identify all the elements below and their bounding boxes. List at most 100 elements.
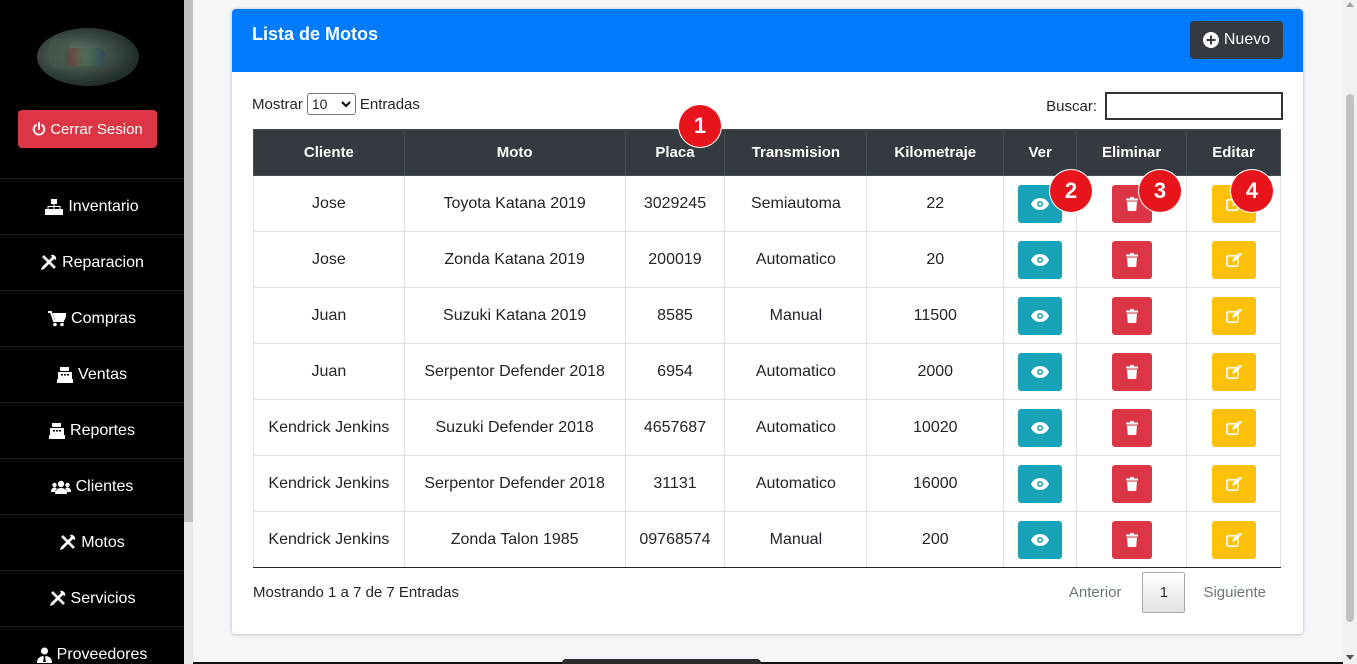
edit-button[interactable]	[1211, 464, 1256, 503]
sidebar-item-reportes[interactable]: Reportes	[0, 402, 184, 458]
cell-placa: 4657687	[624, 399, 726, 456]
avatar	[37, 28, 139, 86]
view-button[interactable]	[1018, 464, 1063, 503]
column-header-moto[interactable]: Moto	[403, 129, 626, 176]
cell-placa: 6954	[624, 343, 726, 400]
cell-transmision: Automatico	[724, 455, 868, 512]
search-label: Buscar:	[1046, 97, 1097, 115]
page-scrollbar[interactable]	[1343, 0, 1357, 664]
eye-icon	[1031, 253, 1050, 266]
sidebar-item-proveedores[interactable]: Proveedores	[0, 626, 184, 664]
view-button[interactable]	[1018, 408, 1063, 447]
sidebar-item-label: Clientes	[75, 477, 134, 495]
edit-icon	[1225, 364, 1242, 379]
column-header-kilometraje[interactable]: Kilometraje	[866, 129, 1005, 176]
cash-register-icon	[49, 422, 66, 439]
cell-placa: 31131	[624, 455, 726, 512]
edit-icon	[1225, 252, 1242, 267]
trash-icon	[1125, 308, 1138, 323]
trash-icon	[1125, 196, 1138, 211]
power-icon	[33, 122, 46, 136]
scroll-up-arrow-icon[interactable]	[1346, 2, 1354, 7]
user-tie-icon	[36, 647, 52, 663]
table-body: Jose Toyota Katana 2019 3029245 Semiautoma 2…	[253, 175, 1281, 568]
table-row: Jose Zonda Katana 2019 200019 Automatico 20	[253, 231, 1281, 288]
edit-button[interactable]	[1211, 352, 1256, 391]
sidebar-item-label: Reportes	[70, 421, 135, 439]
trash-icon	[1125, 476, 1138, 491]
sidebar-scrollbar[interactable]	[184, 0, 193, 522]
column-header-editar[interactable]: Editar	[1186, 129, 1281, 176]
edit-button[interactable]	[1211, 520, 1256, 559]
logout-button[interactable]: Cerrar Sesion	[18, 110, 157, 148]
plus-circle-icon	[1202, 32, 1219, 48]
delete-button[interactable]	[1111, 352, 1152, 391]
scroll-down-arrow-icon[interactable]	[1346, 655, 1354, 660]
view-button[interactable]	[1018, 240, 1063, 279]
scrollbar-thumb[interactable]	[1346, 94, 1354, 622]
entries-select[interactable]: 10	[306, 93, 356, 115]
cell-view	[1003, 399, 1078, 456]
cell-edit	[1186, 287, 1281, 344]
eye-icon	[1031, 197, 1050, 210]
chevron-down-icon	[341, 100, 351, 107]
delete-button[interactable]	[1111, 464, 1152, 503]
delete-button[interactable]	[1111, 240, 1152, 279]
cell-cliente: Juan	[253, 287, 405, 344]
edit-button[interactable]	[1211, 408, 1256, 447]
sidebar: Cerrar Sesion Inventario Reparacion Comp…	[0, 0, 184, 664]
cell-transmision: Automatico	[724, 231, 868, 288]
sidebar-item-ventas[interactable]: Ventas	[0, 346, 184, 402]
entries-length-control: Mostrar 10 Entradas	[252, 93, 420, 115]
cell-view	[1003, 231, 1078, 288]
cell-moto: Serpentor Defender 2018	[403, 455, 626, 512]
sidebar-item-label: Inventario	[68, 197, 139, 215]
column-header-cliente[interactable]: Cliente	[253, 129, 405, 176]
pagination-page-1[interactable]: 1	[1142, 572, 1186, 613]
sidebar-item-inventario[interactable]: Inventario	[0, 178, 184, 234]
edit-icon	[1225, 420, 1242, 435]
cell-edit	[1186, 343, 1281, 400]
tools-icon	[41, 254, 57, 270]
view-button[interactable]	[1018, 296, 1063, 335]
column-header-transmision[interactable]: Transmision	[724, 129, 868, 176]
view-button[interactable]	[1018, 352, 1063, 391]
sidebar-item-reparacion[interactable]: Reparacion	[0, 234, 184, 290]
cell-kilometraje: 16000	[866, 455, 1005, 512]
sidebar-item-clientes[interactable]: Clientes	[0, 458, 184, 514]
pagination-previous[interactable]: Anterior	[1069, 584, 1143, 601]
cell-cliente: Kendrick Jenkins	[253, 399, 405, 456]
cell-delete	[1076, 399, 1188, 456]
cell-moto: Toyota Katana 2019	[403, 175, 626, 232]
delete-button[interactable]	[1111, 520, 1152, 559]
search-input[interactable]	[1105, 92, 1283, 120]
column-header-ver[interactable]: Ver	[1003, 129, 1078, 176]
cell-edit	[1186, 511, 1281, 568]
sidebar-item-motos[interactable]: Motos	[0, 514, 184, 570]
edit-button[interactable]	[1211, 240, 1256, 279]
sidebar-item-compras[interactable]: Compras	[0, 290, 184, 346]
table-row: Kendrick Jenkins Suzuki Defender 2018 4657…	[253, 399, 1281, 456]
delete-button[interactable]	[1111, 408, 1152, 447]
motos-table: Cliente Moto Placa Transmision Kilometra…	[253, 129, 1281, 568]
delete-button[interactable]	[1111, 296, 1152, 335]
cell-cliente: Jose	[253, 231, 405, 288]
cell-view	[1003, 455, 1078, 512]
edit-button[interactable]	[1211, 296, 1256, 335]
view-button[interactable]	[1018, 520, 1063, 559]
cell-kilometraje: 2000	[866, 343, 1005, 400]
pagination: Anterior 1 Siguiente	[1069, 572, 1282, 613]
sidebar-item-servicios[interactable]: Servicios	[0, 570, 184, 626]
cell-transmision: Automatico	[724, 343, 868, 400]
eye-icon	[1031, 533, 1050, 546]
cell-placa: 200019	[624, 231, 726, 288]
cell-delete	[1076, 287, 1188, 344]
new-button[interactable]: Nuevo	[1190, 21, 1283, 59]
cell-view	[1003, 287, 1078, 344]
cell-cliente: Juan	[253, 343, 405, 400]
pagination-next[interactable]: Siguiente	[1185, 584, 1282, 601]
column-header-eliminar[interactable]: Eliminar	[1076, 129, 1188, 176]
tools-icon	[60, 534, 76, 550]
cell-transmision: Manual	[724, 511, 868, 568]
cell-cliente: Jose	[253, 175, 405, 232]
